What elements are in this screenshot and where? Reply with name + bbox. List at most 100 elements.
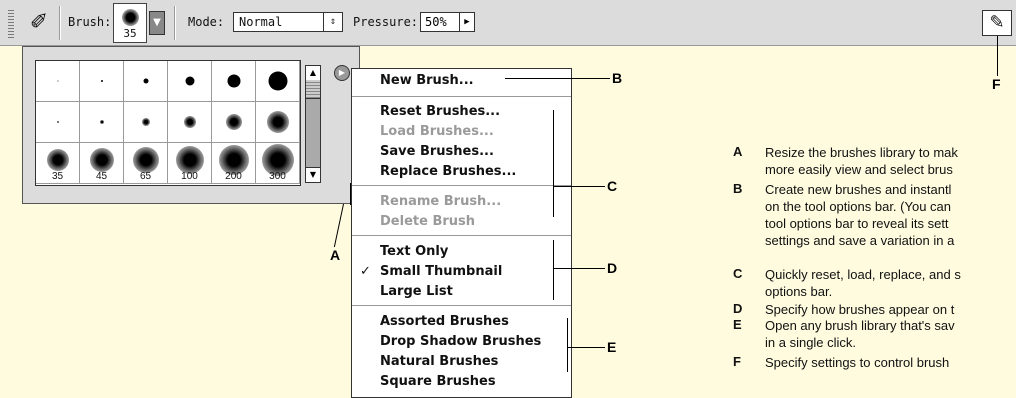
menu-item-label: Large List: [380, 284, 453, 299]
legend-key: D: [733, 301, 743, 316]
brush-tip-icon: [56, 121, 59, 123]
brush-tool-icon[interactable]: ✐: [24, 8, 54, 38]
callout-line-a-top: [350, 183, 351, 205]
brush-scrollbar[interactable]: ▲ ▼: [305, 65, 321, 183]
brush-size-label: 45: [95, 171, 108, 182]
toolbar-grip[interactable]: [8, 8, 14, 38]
menu-item-save-brushes[interactable]: Save Brushes...: [352, 142, 571, 162]
brush-cell[interactable]: [168, 102, 212, 143]
callout-line-b: [505, 78, 610, 79]
legend-text-line: Specify how brushes appear on t: [765, 302, 955, 317]
brush-size-label: 100: [181, 171, 198, 182]
menu-item-load-brushes: Load Brushes...: [352, 122, 571, 142]
brush-tip-icon: [122, 9, 139, 26]
tool-options-bar: ✐ Brush: 35 ▼ Mode: Normal ⇕ Pressure: 5…: [0, 0, 1016, 46]
brush-tip-icon: [185, 76, 194, 86]
brush-cell[interactable]: [80, 102, 124, 143]
callout-label-f: F: [992, 76, 1001, 92]
menu-separator: [352, 185, 571, 186]
menu-item-reset-brushes[interactable]: Reset Brushes...: [352, 102, 571, 122]
brush-library-panel: 35 45 65 100 200 300 ▲ ▼: [22, 46, 360, 204]
brush-cell[interactable]: [256, 102, 300, 143]
menu-item-drop-shadow-brushes[interactable]: Drop Shadow Brushes: [352, 332, 571, 352]
brush-cell[interactable]: [36, 61, 80, 102]
menu-item-label: Save Brushes...: [380, 144, 494, 159]
brush-preview[interactable]: 35: [113, 3, 147, 43]
brush-tip-icon: [225, 114, 242, 130]
brush-cell[interactable]: [168, 61, 212, 102]
brush-tip-icon: [89, 147, 114, 172]
pressure-field[interactable]: 50% ▶: [420, 12, 475, 32]
brush-cell[interactable]: 35: [36, 143, 80, 184]
menu-separator: [352, 96, 571, 97]
legend-key: C: [733, 266, 743, 281]
brush-palette-icon[interactable]: ✎: [982, 10, 1012, 36]
brush-cell[interactable]: 65: [124, 143, 168, 184]
panel-menu-button[interactable]: ▶: [334, 65, 350, 81]
brush-cell[interactable]: [80, 61, 124, 102]
menu-item-label: Reset Brushes...: [380, 104, 501, 119]
brush-tip-icon: [132, 146, 159, 173]
menu-item-new-brush[interactable]: New Brush...: [352, 71, 571, 91]
scroll-thumb[interactable]: [306, 80, 320, 99]
callout-label-e: E: [607, 339, 617, 355]
pressure-arrow-icon[interactable]: ▶: [459, 13, 474, 31]
callout-line-f: [997, 36, 998, 76]
menu-item-label: Small Thumbnail: [380, 264, 503, 279]
callout-line-a: [333, 203, 344, 248]
mode-select[interactable]: Normal ⇕: [233, 12, 343, 32]
brush-cell[interactable]: 200: [212, 143, 256, 184]
menu-item-label: Drop Shadow Brushes: [380, 334, 542, 349]
updown-arrows-icon: ⇕: [323, 13, 342, 31]
brush-tip-icon: [183, 116, 196, 128]
brush-size-label: 200: [225, 171, 242, 182]
brush-cell[interactable]: 100: [168, 143, 212, 184]
brush-options-menu: New Brush... Reset Brushes... Load Brushes…: [351, 68, 572, 398]
callout-bracket-c: [553, 110, 554, 217]
menu-item-square-brushes[interactable]: Square Brushes: [352, 372, 571, 392]
brush-cell[interactable]: [36, 102, 80, 143]
legend-key: B: [733, 181, 743, 196]
legend-text-line: on the tool options bar. (You can: [765, 199, 951, 214]
legend-text-line: Specify settings to control brush: [765, 355, 950, 370]
brush-size-label: 35: [123, 27, 137, 40]
legend-text-line: in a single click.: [765, 335, 857, 350]
brush-cell[interactable]: [124, 102, 168, 143]
menu-item-replace-brushes[interactable]: Replace Brushes...: [352, 162, 571, 182]
menu-item-label: New Brush...: [380, 73, 474, 88]
brush-cell[interactable]: 300: [256, 143, 300, 184]
legend-key: E: [733, 317, 742, 332]
pressure-label: Pressure:: [353, 15, 419, 29]
menu-item-natural-brushes[interactable]: Natural Brushes: [352, 352, 571, 372]
scroll-track[interactable]: [306, 99, 320, 169]
callout-line-d: [553, 268, 605, 269]
brush-cell[interactable]: [256, 61, 300, 102]
brush-cell[interactable]: [212, 61, 256, 102]
legend-key: A: [733, 144, 743, 159]
legend-text-line: Create new brushes and instantl: [765, 182, 952, 197]
brush-tip-icon: [266, 111, 289, 133]
brush-cell[interactable]: 45: [80, 143, 124, 184]
brush-dropdown-button[interactable]: ▼: [149, 11, 165, 35]
scroll-up-icon[interactable]: ▲: [306, 66, 320, 81]
brush-tip-icon: [46, 148, 69, 171]
brush-label: Brush:: [68, 15, 112, 29]
legend-text-line: settings and save a variation in a: [765, 233, 955, 248]
brush-tip-icon: [227, 74, 240, 88]
menu-item-large-list[interactable]: Large List: [352, 282, 571, 302]
legend-text-line: tool options bar to reveal its sett: [765, 216, 949, 231]
brush-tip-icon: [99, 120, 104, 124]
pressure-value: 50%: [425, 15, 447, 29]
brush-tip-icon: [57, 80, 58, 82]
brush-cell[interactable]: [212, 102, 256, 143]
brush-cell[interactable]: [124, 61, 168, 102]
brush-size-label: 300: [269, 171, 286, 182]
brush-grid: 35 45 65 100 200 300: [35, 60, 301, 186]
callout-label-a: A: [330, 247, 341, 263]
checkmark-icon: ✓: [360, 264, 371, 279]
menu-item-assorted-brushes[interactable]: Assorted Brushes: [352, 312, 571, 332]
menu-item-text-only[interactable]: Text Only: [352, 242, 571, 262]
scroll-down-icon[interactable]: ▼: [306, 167, 320, 182]
legend-text-line: Resize the brushes library to mak: [765, 145, 958, 160]
menu-item-small-thumbnail[interactable]: ✓ Small Thumbnail: [352, 262, 571, 282]
